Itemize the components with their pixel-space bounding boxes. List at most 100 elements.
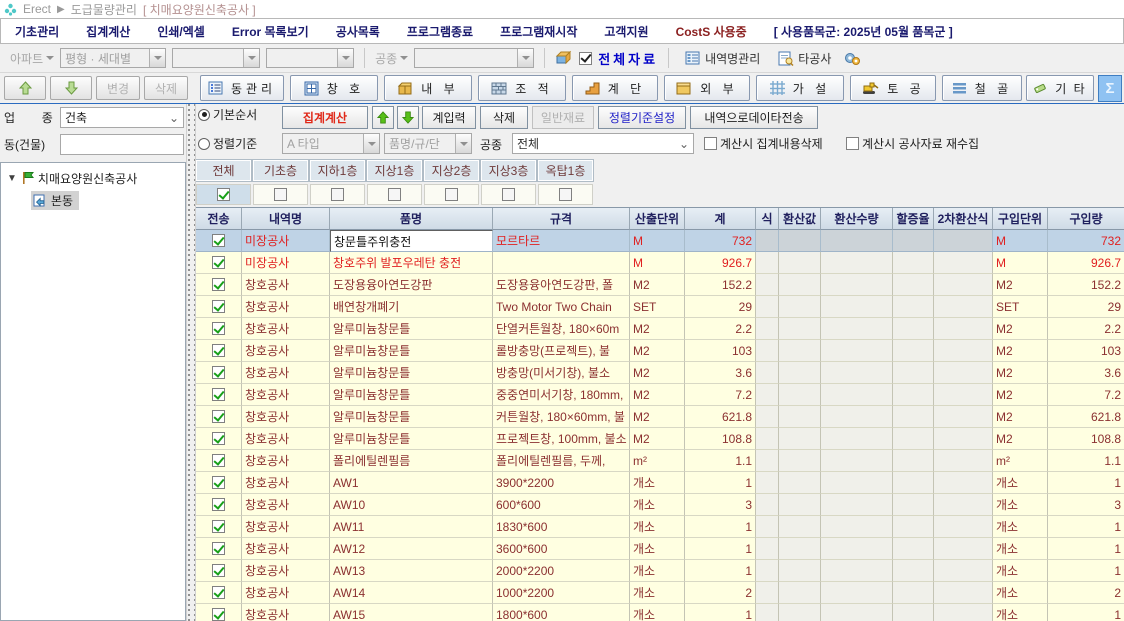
cell-f1[interactable] bbox=[756, 560, 779, 582]
cell-f2[interactable] bbox=[779, 296, 821, 318]
type-select[interactable]: 평형 · 세대별 bbox=[60, 48, 166, 68]
cell-f4[interactable] bbox=[893, 362, 934, 384]
a-type-select[interactable]: A 타입 bbox=[282, 133, 380, 154]
cell-f4[interactable] bbox=[893, 582, 934, 604]
cell-f5[interactable] bbox=[934, 494, 993, 516]
cell-cat[interactable]: 창호공사 bbox=[242, 362, 330, 384]
cell-unit[interactable]: 개소 bbox=[630, 560, 685, 582]
cell-f1[interactable] bbox=[756, 538, 779, 560]
cell-f1[interactable] bbox=[756, 274, 779, 296]
table-row[interactable]: 미장공사창문틀주위충전모르타르M732M732 bbox=[196, 230, 1124, 252]
table-row[interactable]: 창호공사알루미늄창문틀방충망(미서기창), 불소M23.6M23.6 bbox=[196, 362, 1124, 384]
col-header-9[interactable]: 할증율 bbox=[893, 208, 934, 230]
col-header-12[interactable]: 구입량 bbox=[1048, 208, 1124, 230]
apartment-dropdown[interactable]: 아파트 bbox=[10, 50, 54, 67]
table-row[interactable]: 창호공사알루미늄창문틀커튼월창, 180×60mm, 불M2621.8M2621… bbox=[196, 406, 1124, 428]
cell-send[interactable] bbox=[196, 472, 242, 494]
cell-f5[interactable] bbox=[934, 538, 993, 560]
cell-f2[interactable] bbox=[779, 384, 821, 406]
cell-f3[interactable] bbox=[821, 252, 893, 274]
cell-send[interactable] bbox=[196, 582, 242, 604]
cell-f1[interactable] bbox=[756, 604, 779, 621]
cell-f3[interactable] bbox=[821, 384, 893, 406]
row-checkbox[interactable] bbox=[212, 366, 225, 379]
cell-unit[interactable]: M2 bbox=[630, 428, 685, 450]
cell-unit[interactable]: m² bbox=[630, 450, 685, 472]
row-checkbox[interactable] bbox=[212, 498, 225, 511]
floor-tab-3[interactable]: 지상1층 bbox=[367, 160, 422, 181]
table-row[interactable]: 창호공사AW111830*600개소1개소1 bbox=[196, 516, 1124, 538]
empty-select-1[interactable] bbox=[172, 48, 260, 68]
cell-total[interactable]: 1 bbox=[685, 516, 756, 538]
cell-f5[interactable] bbox=[934, 582, 993, 604]
cell-send[interactable] bbox=[196, 362, 242, 384]
earthwork-button[interactable]: 토 공 bbox=[850, 75, 936, 101]
cell-f2[interactable] bbox=[779, 274, 821, 296]
cell-total[interactable]: 3 bbox=[685, 494, 756, 516]
menu-print-excel[interactable]: 인쇄/엑셀 bbox=[157, 23, 205, 40]
cell-buy_unit[interactable]: M2 bbox=[993, 428, 1048, 450]
cell-f2[interactable] bbox=[779, 582, 821, 604]
cell-f3[interactable] bbox=[821, 362, 893, 384]
cell-unit[interactable]: 개소 bbox=[630, 582, 685, 604]
interior-button[interactable]: 내 부 bbox=[384, 75, 472, 101]
masonry-button[interactable]: 조 적 bbox=[478, 75, 566, 101]
cell-f1[interactable] bbox=[756, 362, 779, 384]
cell-buy_unit[interactable]: 개소 bbox=[993, 582, 1048, 604]
row-checkbox[interactable] bbox=[212, 520, 225, 533]
cell-name[interactable]: AW12 bbox=[330, 538, 493, 560]
table-row[interactable]: 창호공사알루미늄창문틀롤방충망(프로젝트), 불M2103M2103 bbox=[196, 340, 1124, 362]
floor-checkbox-0[interactable] bbox=[217, 188, 230, 201]
cell-spec[interactable]: 600*600 bbox=[493, 494, 630, 516]
floor-checkbox-5[interactable] bbox=[502, 188, 515, 201]
cell-f2[interactable] bbox=[779, 560, 821, 582]
col-header-1[interactable]: 내역명 bbox=[242, 208, 330, 230]
cell-f3[interactable] bbox=[821, 406, 893, 428]
cell-name[interactable]: 폴리에틸렌필름 bbox=[330, 450, 493, 472]
cell-unit[interactable]: M2 bbox=[630, 318, 685, 340]
menu-error-list[interactable]: Error 목록보기 bbox=[232, 23, 309, 40]
cell-total[interactable]: 29 bbox=[685, 296, 756, 318]
cell-send[interactable] bbox=[196, 494, 242, 516]
cell-unit[interactable]: M2 bbox=[630, 362, 685, 384]
menu-exit-program[interactable]: 프로그램종료 bbox=[407, 23, 473, 40]
cell-spec[interactable]: 롤방충망(프로젝트), 불 bbox=[493, 340, 630, 362]
cell-unit[interactable]: M2 bbox=[630, 406, 685, 428]
gongjong-select[interactable] bbox=[414, 48, 534, 68]
cell-cat[interactable]: 미장공사 bbox=[242, 252, 330, 274]
cell-total[interactable]: 1 bbox=[685, 538, 756, 560]
tree-expand-icon[interactable]: ▼ bbox=[7, 173, 17, 184]
steel-button[interactable]: 철 골 bbox=[942, 75, 1022, 101]
table-row[interactable]: 창호공사알루미늄창문틀중중연미서기창, 180mm,M27.2M27.2 bbox=[196, 384, 1124, 406]
temporary-button[interactable]: 가 설 bbox=[756, 75, 844, 101]
name-spec-select[interactable]: 품명/규/단 bbox=[384, 133, 472, 154]
cell-unit[interactable]: M2 bbox=[630, 384, 685, 406]
cell-unit[interactable]: SET bbox=[630, 296, 685, 318]
cell-f3[interactable] bbox=[821, 230, 893, 252]
cell-send[interactable] bbox=[196, 560, 242, 582]
cell-send[interactable] bbox=[196, 340, 242, 362]
cell-f3[interactable] bbox=[821, 560, 893, 582]
cell-name[interactable]: 배연창개폐기 bbox=[330, 296, 493, 318]
floor-checkbox-3[interactable] bbox=[388, 188, 401, 201]
cell-buy_unit[interactable]: 개소 bbox=[993, 472, 1048, 494]
cell-name[interactable]: 알루미늄창문틀 bbox=[330, 340, 493, 362]
cell-f3[interactable] bbox=[821, 582, 893, 604]
cell-total[interactable]: 2 bbox=[685, 582, 756, 604]
cell-send[interactable] bbox=[196, 296, 242, 318]
cell-f1[interactable] bbox=[756, 582, 779, 604]
cell-send[interactable] bbox=[196, 516, 242, 538]
cell-f4[interactable] bbox=[893, 230, 934, 252]
change-button[interactable]: 변경 bbox=[96, 76, 140, 100]
col-header-4[interactable]: 산출단위 bbox=[630, 208, 685, 230]
menu-basic-manage[interactable]: 기초관리 bbox=[15, 23, 59, 40]
gears-icon[interactable] bbox=[843, 51, 861, 66]
sort-setting-button[interactable]: 정렬기준설정 bbox=[598, 106, 686, 129]
cell-buy_qty[interactable]: 1 bbox=[1048, 604, 1124, 621]
cell-buy_qty[interactable]: 1 bbox=[1048, 560, 1124, 582]
table-row[interactable]: 창호공사AW13900*2200개소1개소1 bbox=[196, 472, 1124, 494]
cell-unit[interactable]: M2 bbox=[630, 340, 685, 362]
cell-spec[interactable]: 3600*600 bbox=[493, 538, 630, 560]
cell-buy_qty[interactable]: 108.8 bbox=[1048, 428, 1124, 450]
cell-spec[interactable]: 3900*2200 bbox=[493, 472, 630, 494]
